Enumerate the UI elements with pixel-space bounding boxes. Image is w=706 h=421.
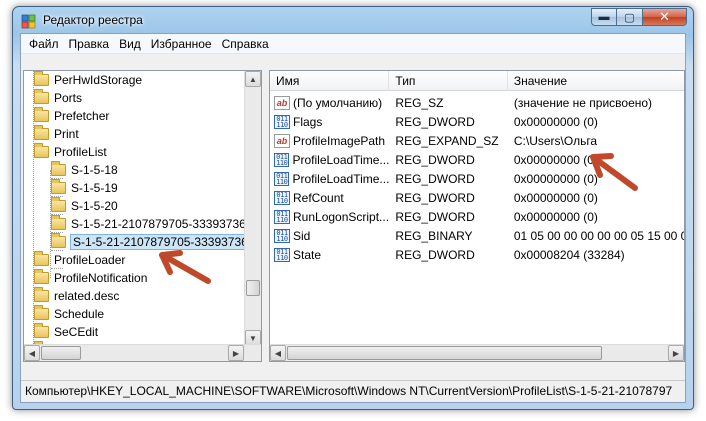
folder-icon — [51, 197, 66, 212]
folder-icon — [34, 107, 49, 122]
binary-value-icon: 011 110 — [274, 190, 290, 205]
registry-editor-icon — [21, 14, 36, 29]
tree-horizontal-scroll-thumb[interactable] — [41, 346, 81, 360]
tree-item[interactable]: S-1-5-21-2107879705-333937365 — [51, 215, 252, 233]
window-title: Редактор реестра — [43, 13, 143, 27]
values-list[interactable]: Имя Тип Значение ab (По умолчанию) REG_SZ… — [269, 70, 685, 362]
tree-item[interactable]: Prefetcher — [34, 107, 109, 125]
maximize-icon: ▢ — [624, 11, 635, 24]
tree-item[interactable]: ProfileLoader — [34, 251, 125, 269]
folder-icon — [51, 233, 66, 248]
column-header-name[interactable]: Имя — [270, 71, 390, 91]
folder-icon — [51, 161, 66, 176]
tree-horizontal-scrollbar[interactable]: ◀ ▶ — [24, 344, 261, 361]
scroll-down-icon: ▼ — [249, 333, 257, 343]
binary-value-icon: 011 110 — [274, 228, 290, 243]
binary-value-icon: 011 110 — [274, 247, 290, 262]
tree-vertical-scroll-thumb[interactable] — [246, 280, 260, 296]
menu-edit[interactable]: Правка — [64, 37, 115, 51]
column-header-data[interactable]: Значение — [508, 71, 684, 91]
tree-item[interactable]: S-1-5-19 — [51, 179, 118, 197]
tree-item-selected[interactable]: S-1-5-21-2107879705-333937365 — [51, 233, 258, 251]
scroll-left-button[interactable]: ◀ — [270, 345, 286, 361]
tree-vertical-scrollbar[interactable]: ▲ ▼ — [244, 71, 261, 346]
value-row[interactable]: ab ProfileImagePath REG_EXPAND_SZ C:\User… — [270, 131, 684, 150]
value-row[interactable]: 011 110 State REG_DWORD 0x00008204 (33284) — [270, 245, 684, 264]
value-row[interactable]: ab (По умолчанию) REG_SZ (значение не при… — [270, 93, 684, 112]
folder-icon — [34, 125, 49, 140]
tree-item[interactable]: Schedule — [34, 305, 104, 323]
value-row[interactable]: 011 110 RefCount REG_DWORD 0x00000000 (0) — [270, 188, 684, 207]
tree-item[interactable]: Print — [34, 125, 79, 143]
binary-value-icon: 011 110 — [274, 152, 290, 167]
tree-item[interactable]: S-1-5-18 — [51, 161, 118, 179]
caption-buttons: ▬ ▢ ✕ — [591, 8, 687, 26]
status-bar-path: Компьютер\HKEY_LOCAL_MACHINE\SOFTWARE\Mi… — [21, 380, 685, 402]
maximize-button[interactable]: ▢ — [617, 8, 643, 26]
tree-item[interactable]: S-1-5-20 — [51, 197, 118, 215]
scroll-right-button[interactable]: ▶ — [668, 345, 684, 361]
value-row[interactable]: 011 110 ProfileLoadTime... REG_DWORD 0x000… — [270, 150, 684, 169]
menu-favorites[interactable]: Избранное — [146, 37, 217, 51]
tree-item-profilelist[interactable]: ProfileList — [34, 143, 107, 161]
value-row[interactable]: 011 110 Sid REG_BINARY 01 05 00 00 00 00 0… — [270, 226, 684, 245]
string-value-icon: ab — [274, 95, 290, 110]
open-folder-icon — [34, 143, 49, 158]
menu-file[interactable]: Файл — [24, 37, 64, 51]
tree-item[interactable]: related.desc — [34, 287, 119, 305]
scroll-right-button[interactable]: ▶ — [228, 345, 244, 361]
string-value-icon: ab — [274, 133, 290, 148]
column-header-type[interactable]: Тип — [389, 71, 508, 91]
list-header: Имя Тип Значение — [270, 71, 684, 91]
folder-icon — [34, 269, 49, 284]
value-row[interactable]: 011 110 Flags REG_DWORD 0x00000000 (0) — [270, 112, 684, 131]
scroll-right-icon: ▶ — [672, 348, 680, 358]
title-bar[interactable]: Редактор реестра ▬ ▢ ✕ — [13, 7, 693, 33]
folder-icon — [34, 287, 49, 302]
scroll-left-button[interactable]: ◀ — [24, 345, 40, 361]
folder-icon — [34, 323, 49, 338]
tree-item[interactable]: ProfileNotification — [34, 269, 147, 287]
folder-icon — [34, 71, 49, 86]
list-horizontal-scrollbar[interactable]: ◀ ▶ — [270, 344, 684, 361]
value-row[interactable]: 011 110 ProfileLoadTime... REG_DWORD 0x000… — [270, 169, 684, 188]
tree-item[interactable]: SeCEdit — [34, 323, 98, 341]
minimize-button[interactable]: ▬ — [591, 8, 617, 26]
registry-editor-window: Редактор реестра ▬ ▢ ✕ Файл Правка Вид И… — [12, 6, 694, 410]
folder-icon — [34, 251, 49, 266]
list-horizontal-scroll-thumb[interactable] — [287, 346, 602, 360]
close-icon: ✕ — [659, 9, 670, 24]
menu-view[interactable]: Вид — [114, 37, 146, 51]
scroll-up-icon: ▲ — [249, 74, 257, 84]
folder-icon — [34, 89, 49, 104]
value-row[interactable]: 011 110 RunLogonScript... REG_DWORD 0x0000… — [270, 207, 684, 226]
folder-icon — [34, 305, 49, 320]
menu-bar: Файл Правка Вид Избранное Справка — [21, 34, 685, 54]
scroll-right-icon: ▶ — [232, 348, 240, 358]
close-button[interactable]: ✕ — [643, 8, 687, 26]
tree-item[interactable]: Ports — [34, 89, 82, 107]
binary-value-icon: 011 110 — [274, 209, 290, 224]
scroll-left-icon: ◀ — [28, 348, 36, 358]
scroll-up-button[interactable]: ▲ — [245, 71, 261, 87]
binary-value-icon: 011 110 — [274, 114, 290, 129]
menu-help[interactable]: Справка — [217, 37, 274, 51]
folder-icon — [51, 215, 66, 230]
tree-item[interactable]: PerHwIdStorage — [34, 71, 142, 89]
folder-icon — [51, 179, 66, 194]
scroll-left-icon: ◀ — [274, 348, 282, 358]
minimize-icon: ▬ — [598, 11, 610, 23]
client-area: Файл Правка Вид Избранное Справка PerHwI… — [20, 33, 686, 403]
registry-tree[interactable]: PerHwIdStorage Ports Prefetcher Print Pr… — [23, 70, 262, 362]
binary-value-icon: 011 110 — [274, 171, 290, 186]
